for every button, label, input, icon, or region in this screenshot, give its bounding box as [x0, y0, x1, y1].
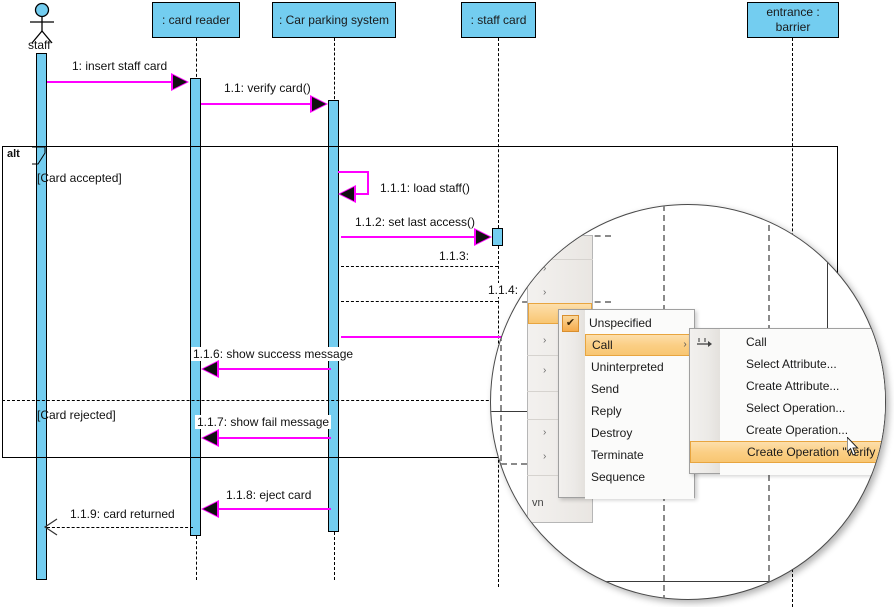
message-line-1-1-3 [341, 266, 498, 267]
occluded-menu-arrow-1: › [543, 263, 546, 274]
submenu-item-call-label: Call [720, 331, 886, 353]
menu-gutter [559, 310, 586, 497]
submenu-item-select-attribute-label: Select Attribute... [720, 353, 886, 375]
occluded-menu-arrow-2: › [543, 287, 546, 298]
occluded-menu-separator-0 [527, 259, 593, 260]
occluded-menu-arrow-4: › [543, 335, 546, 346]
occluded-menu-arrow-0: › [543, 239, 546, 250]
message-label-1-1: 1.1: verify card() [222, 81, 313, 95]
message-line-1-1-9 [47, 527, 193, 528]
submenu-item-create-operation[interactable]: Create Operation... [720, 419, 886, 441]
guard-card-rejected: [Card rejected] [37, 408, 116, 422]
occluded-menu-arrow-6: › [543, 427, 546, 438]
submenu-item-create-operation-label: Create Operation... [720, 419, 886, 441]
message-label-1-1-2: 1.1.2: set last access() [353, 215, 477, 229]
checked-icon: ✔ [562, 315, 579, 332]
menu-item-sequence[interactable]: Sequence [585, 466, 694, 488]
menu-item-unspecified-label: Unspecified [579, 312, 694, 334]
lifeline-staff-card[interactable]: : staff card [461, 2, 536, 38]
occluded-menu-arrow-7: › [543, 451, 546, 462]
message-line-1-1 [201, 103, 326, 105]
message-line-1-1-4 [341, 301, 498, 302]
message-label-1: 1: insert staff card [70, 59, 169, 73]
menu-item-uninterpreted-label: Uninterpreted [585, 356, 694, 378]
menu-item-send-label: Send [585, 378, 694, 400]
lifeline-dash-system-tail [334, 532, 335, 580]
call-arrow-icon [696, 336, 712, 348]
message-label-1-1-9: 1.1.9: card returned [68, 507, 177, 521]
menu-item-call[interactable]: Call › [585, 334, 694, 356]
message-line-1-1-2 [341, 236, 489, 238]
sequence-diagram-screenshot: staff : card reader : Car parking system… [0, 0, 894, 607]
message-label-1-1-1: 1.1.1: load staff() [378, 181, 472, 195]
submenu-item-call[interactable]: Call [720, 331, 886, 353]
message-label-1-1-8: 1.1.8: eject card [224, 488, 313, 502]
message-label-1-1-6: 1.1.6: show success message [191, 347, 355, 361]
menu-item-send[interactable]: Send [585, 378, 694, 400]
zoom-lens: › › › › › › › › vn ✔ Unspecified [490, 204, 886, 600]
message-arrowhead-1-1 [312, 97, 326, 111]
lifeline-card-reader[interactable]: : card reader [152, 2, 240, 38]
occluded-menu-arrow-5: › [543, 365, 546, 376]
lifeline-car-parking-system[interactable]: : Car parking system [272, 2, 396, 38]
lifeline-car-parking-system-label: : Car parking system [279, 13, 389, 28]
message-label-1-1-3: 1.1.3: [437, 249, 471, 263]
lifeline-entrance-barrier[interactable]: entrance : barrier [747, 2, 839, 38]
message-arrowhead-1-1-9 [43, 518, 59, 536]
menu-item-unspecified[interactable]: ✔ Unspecified [559, 312, 694, 334]
guard-card-accepted: [Card accepted] [37, 171, 122, 185]
submenu-item-create-attribute-label: Create Attribute... [720, 375, 886, 397]
message-arrowhead-1-1-8 [203, 502, 217, 516]
message-line-1 [47, 81, 187, 83]
message-arrowhead-1-1-1 [340, 187, 354, 201]
message-label-1-1-7: 1.1.7: show fail message [195, 415, 331, 429]
menu-body: ✔ Unspecified Call › Uninterpreted Send [585, 310, 694, 499]
actor-staff-label: staff [28, 38, 50, 52]
lifeline-dash-system [334, 38, 335, 104]
message-arrowhead-1 [173, 75, 187, 89]
message-line-1-1-6 [205, 368, 331, 370]
menu-item-sequence-label: Sequence [585, 466, 694, 488]
menu-item-uninterpreted[interactable]: Uninterpreted [585, 356, 694, 378]
submenu-item-create-operation-verify-card-label: Create Operation "verify card()" [721, 441, 886, 463]
alt-tag-corner [32, 147, 46, 165]
message-arrowhead-1-1-6 [203, 362, 217, 376]
submenu-item-create-attribute[interactable]: Create Attribute... [720, 375, 886, 397]
menu-item-reply-label: Reply [585, 400, 694, 422]
menu-item-terminate[interactable]: Terminate [585, 444, 694, 466]
message-sort-menu[interactable]: ✔ Unspecified Call › Uninterpreted Send [558, 309, 695, 498]
menu-item-terminate-label: Terminate [585, 444, 694, 466]
message-line-1-1-8 [205, 508, 331, 510]
message-arrowhead-1-1-7 [203, 431, 217, 445]
menu-item-reply[interactable]: Reply [585, 400, 694, 422]
message-arrowhead-1-1-2 [476, 230, 490, 244]
submenu-item-select-operation-label: Select Operation... [720, 397, 886, 419]
submenu-item-select-operation[interactable]: Select Operation... [720, 397, 886, 419]
lifeline-dash-card-reader [196, 38, 197, 82]
mouse-pointer-icon [847, 437, 860, 457]
lifeline-staff-card-label: : staff card [471, 13, 527, 28]
combined-fragment-operator: alt [3, 147, 26, 161]
menu-item-destroy[interactable]: Destroy [585, 422, 694, 444]
lifeline-entrance-barrier-label: entrance : barrier [766, 5, 819, 35]
message-line-1-1-7 [205, 437, 331, 439]
lifeline-dash-card-reader-tail [196, 536, 197, 580]
zoomed-frame-bottom [491, 581, 886, 582]
occluded-menu-partial-text: vn [532, 497, 544, 509]
menu-item-destroy-label: Destroy [585, 422, 694, 444]
zoom-lens-content: › › › › › › › › vn ✔ Unspecified [491, 205, 885, 599]
submenu-body: Call Select Attribute... Create Attribut… [720, 329, 886, 475]
menu-item-call-label: Call [586, 334, 677, 356]
zoomed-lifeline-dash-a [500, 205, 502, 600]
lifeline-card-reader-label: : card reader [162, 13, 230, 28]
submenu-item-select-attribute[interactable]: Select Attribute... [720, 353, 886, 375]
